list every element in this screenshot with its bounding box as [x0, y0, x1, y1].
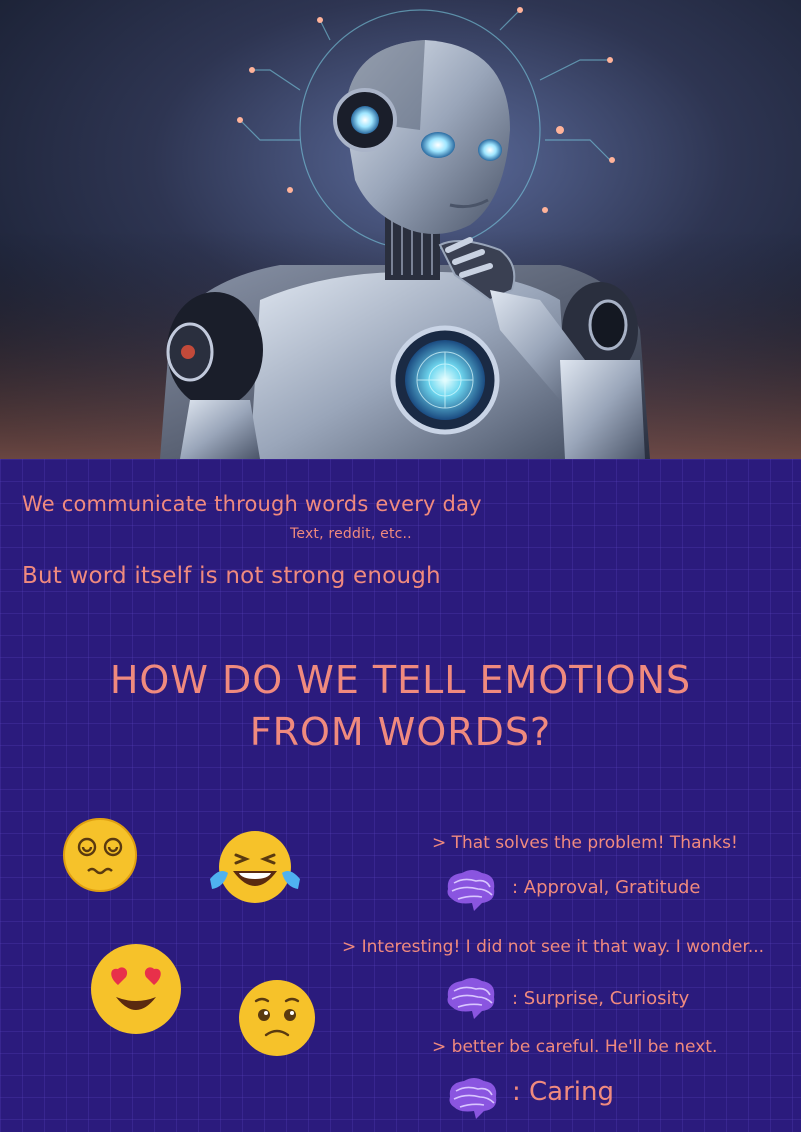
example-message: > That solves the problem! Thanks! [432, 833, 738, 853]
brain-icon [447, 978, 495, 1019]
dizzy-face-icon [63, 818, 137, 892]
headline-line: FROM WORDS? [249, 710, 552, 754]
example-message: > better be careful. He'll be next. [432, 1037, 718, 1057]
robot-illustration [0, 0, 801, 459]
intro-subline: Text, reddit, etc.. [290, 526, 412, 542]
brain-icon [449, 1078, 497, 1119]
emotion-label: : Approval, Gratitude [512, 877, 701, 898]
headline: HOW DO WE TELL EMOTIONS FROM WORDS? [0, 654, 801, 758]
intro-line: We communicate through words every day [22, 492, 482, 516]
tears-of-joy-icon [210, 831, 300, 903]
brain-icon [447, 870, 495, 911]
headline-line: HOW DO WE TELL EMOTIONS [109, 658, 692, 702]
emotion-label: : Surprise, Curiosity [512, 988, 690, 1009]
heart-eyes-icon [91, 944, 181, 1034]
pleading-face-icon [239, 980, 315, 1056]
content-panel: We communicate through words every day T… [0, 459, 801, 1132]
intro-line: But word itself is not strong enough [22, 563, 441, 589]
example-message: > Interesting! I did not see it that way… [342, 937, 765, 957]
emotion-label: : Caring [512, 1077, 615, 1107]
